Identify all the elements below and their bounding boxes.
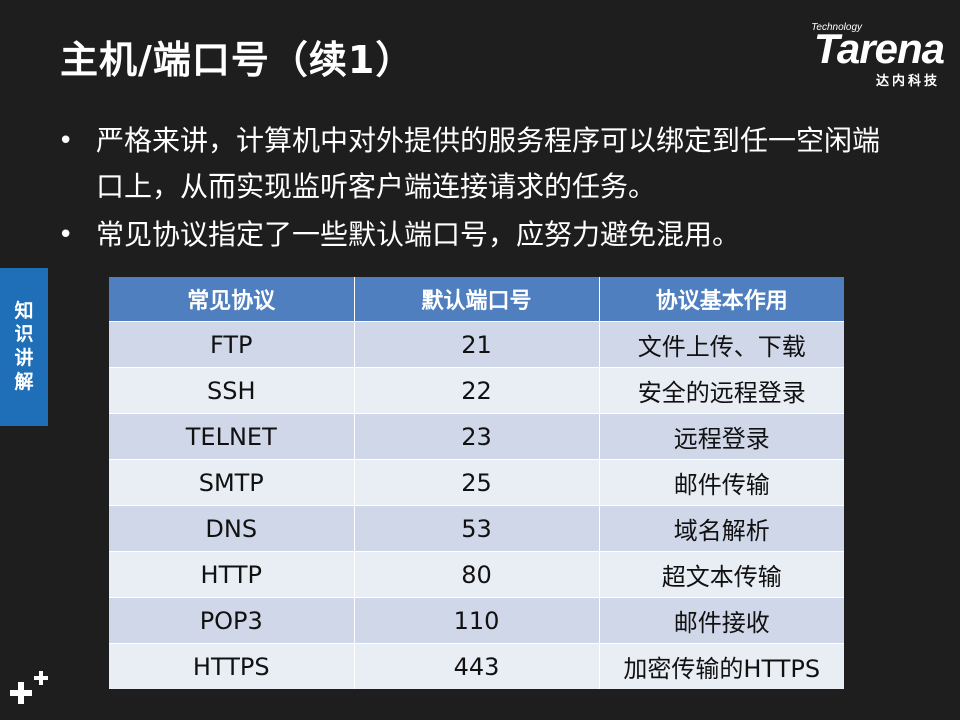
header-protocol: 常见协议 bbox=[109, 277, 355, 322]
bullet-text: 严格来讲，计算机中对外提供的服务程序可以绑定到任一空闲端口上，从而实现监听客户端… bbox=[96, 124, 881, 203]
protocol-table: 常见协议 默认端口号 协议基本作用 FTP 21 文件上传、下载 SSH 22 … bbox=[109, 277, 844, 689]
table-row: DNS 53 域名解析 bbox=[109, 505, 844, 552]
cell-purpose: 超文本传输 bbox=[599, 551, 844, 598]
page-title: 主机/端口号（续1） bbox=[60, 38, 415, 82]
header-purpose: 协议基本作用 bbox=[599, 277, 844, 322]
side-tab-char: 讲 bbox=[14, 347, 34, 369]
cell-port: 25 bbox=[354, 459, 600, 506]
cell-protocol: TELNET bbox=[109, 413, 355, 460]
cell-protocol: FTP bbox=[109, 321, 355, 368]
table-row: SSH 22 安全的远程登录 bbox=[109, 367, 844, 414]
header-port: 默认端口号 bbox=[354, 277, 600, 322]
cell-purpose: 文件上传、下载 bbox=[599, 321, 844, 368]
table-header-row: 常见协议 默认端口号 协议基本作用 bbox=[109, 277, 844, 322]
plus-plus-icon bbox=[10, 671, 48, 704]
protocol-table-container: 常见协议 默认端口号 协议基本作用 FTP 21 文件上传、下载 SSH 22 … bbox=[109, 277, 844, 689]
cell-port: 53 bbox=[354, 505, 600, 552]
bullet-dot: • bbox=[58, 220, 74, 250]
table-row: HTTPS 443 加密传输的HTTPS bbox=[109, 643, 844, 689]
cell-protocol: SSH bbox=[109, 367, 355, 414]
cell-purpose: 远程登录 bbox=[599, 413, 844, 460]
cell-purpose: 邮件接收 bbox=[599, 597, 844, 644]
bullet-item: • 严格来讲，计算机中对外提供的服务程序可以绑定到任一空闲端口上，从而实现监听客… bbox=[58, 118, 898, 210]
cell-port: 21 bbox=[354, 321, 600, 368]
bullet-text: 常见协议指定了一些默认端口号，应努力避免混用。 bbox=[96, 218, 741, 251]
bullet-dot: • bbox=[58, 126, 74, 156]
cell-port: 110 bbox=[354, 597, 600, 644]
bullet-item: • 常见协议指定了一些默认端口号，应努力避免混用。 bbox=[58, 212, 898, 258]
cell-protocol: HTTPS bbox=[109, 643, 355, 689]
bullet-list: • 严格来讲，计算机中对外提供的服务程序可以绑定到任一空闲端口上，从而实现监听客… bbox=[58, 118, 898, 260]
table-row: SMTP 25 邮件传输 bbox=[109, 459, 844, 506]
cell-protocol: POP3 bbox=[109, 597, 355, 644]
cell-purpose: 域名解析 bbox=[599, 505, 844, 552]
cell-protocol: SMTP bbox=[109, 459, 355, 506]
table-row: TELNET 23 远程登录 bbox=[109, 413, 844, 460]
cell-purpose: 邮件传输 bbox=[599, 459, 844, 506]
cell-port: 22 bbox=[354, 367, 600, 414]
table-row: FTP 21 文件上传、下载 bbox=[109, 321, 844, 368]
cell-port: 23 bbox=[354, 413, 600, 460]
knowledge-side-tab[interactable]: 知 识 讲 解 bbox=[0, 268, 48, 426]
cell-port: 80 bbox=[354, 551, 600, 598]
side-tab-char: 知 bbox=[14, 299, 34, 322]
cell-purpose: 安全的远程登录 bbox=[599, 367, 844, 414]
cell-purpose: 加密传输的HTTPS bbox=[599, 643, 844, 689]
table-row: POP3 110 邮件接收 bbox=[109, 597, 844, 644]
logo-brand-text: Tarena bbox=[813, 25, 945, 72]
cell-port: 443 bbox=[354, 643, 600, 689]
logo-subtitle-text: 达内科技 bbox=[875, 74, 940, 89]
cell-protocol: HTTP bbox=[109, 551, 355, 598]
tarena-logo: Technology Tarena 达内科技 bbox=[774, 22, 945, 89]
side-tab-char: 识 bbox=[14, 323, 34, 346]
side-tab-char: 解 bbox=[14, 370, 34, 393]
table-row: HTTP 80 超文本传输 bbox=[109, 551, 844, 598]
cell-protocol: DNS bbox=[109, 505, 355, 552]
